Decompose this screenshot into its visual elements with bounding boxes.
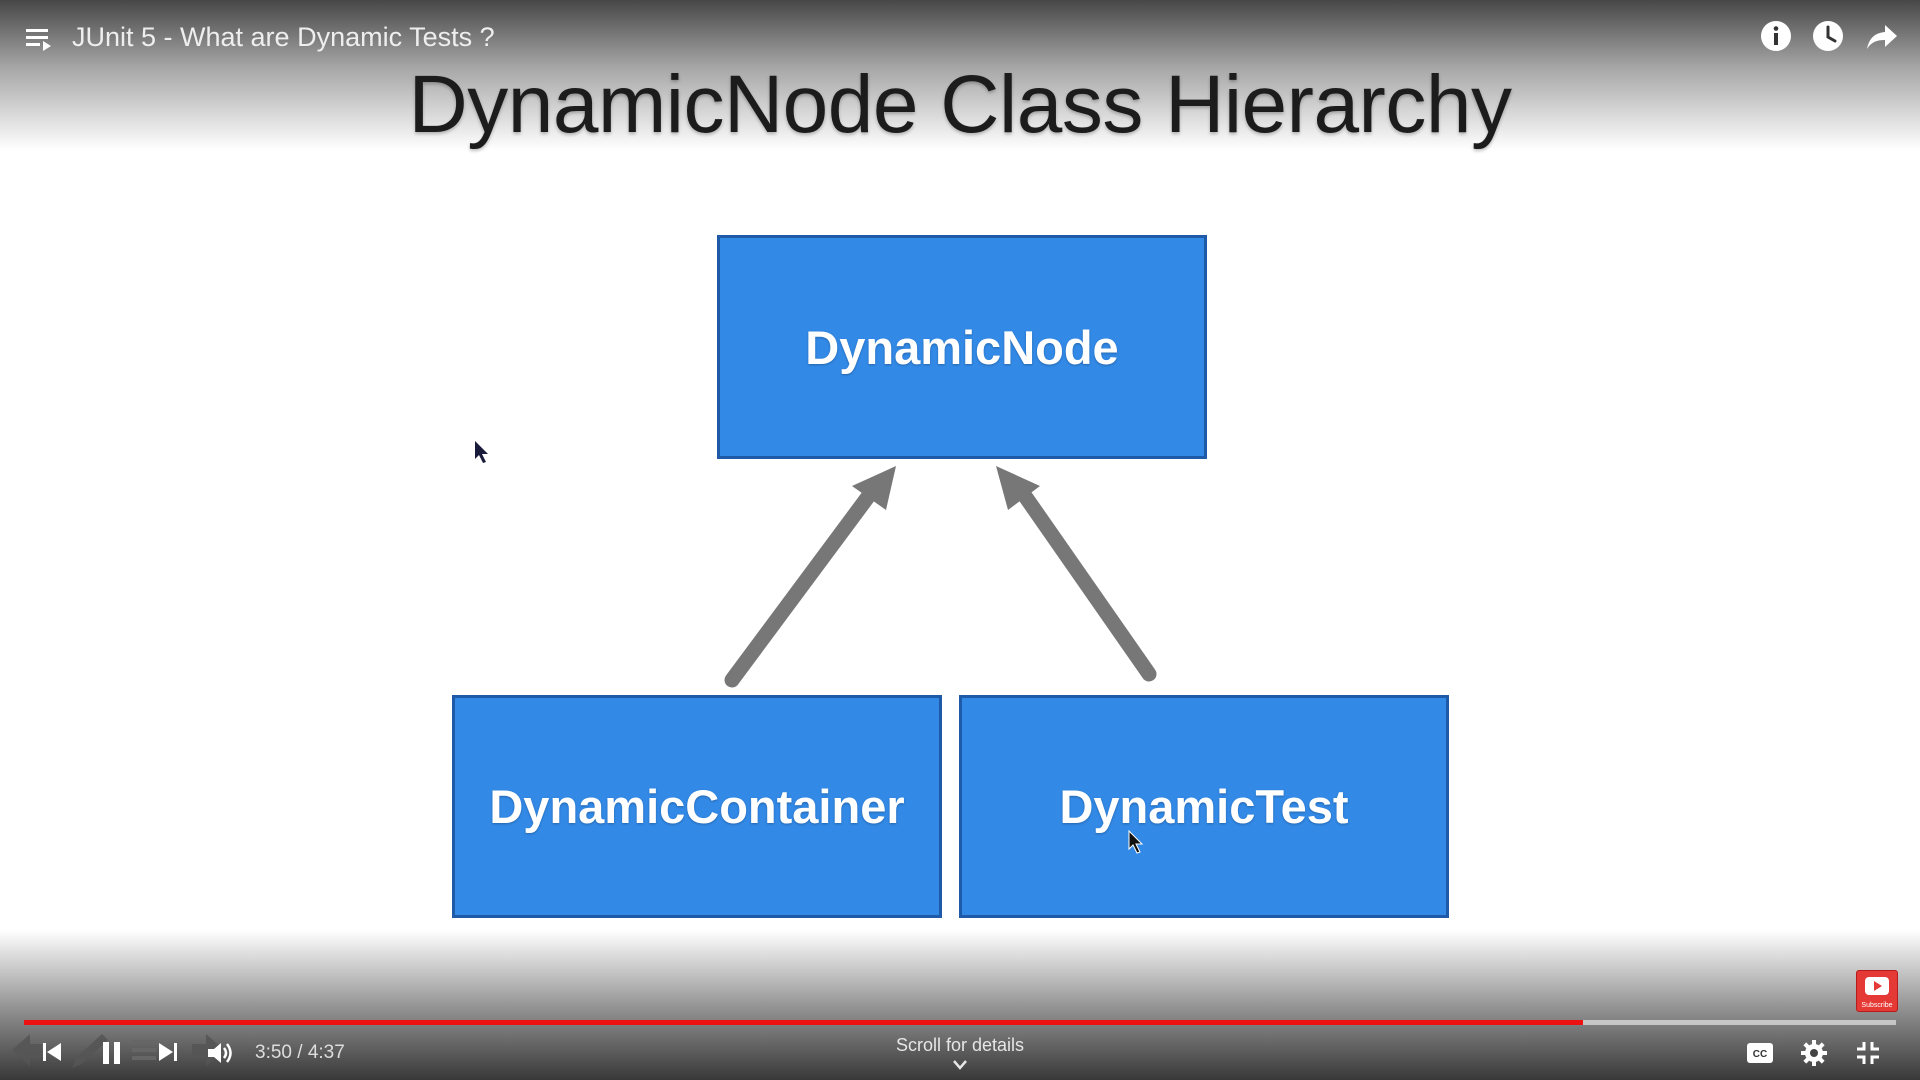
- progress-bar[interactable]: [24, 1020, 1896, 1025]
- skip-next-icon[interactable]: [156, 1040, 180, 1064]
- exit-fullscreen-icon[interactable]: [1855, 1040, 1881, 1066]
- arrow-left: [724, 466, 896, 688]
- inheritance-arrows: [724, 466, 1157, 688]
- node-label: DynamicTest: [1059, 780, 1349, 833]
- settings-icon[interactable]: [1800, 1039, 1828, 1067]
- scroll-for-details[interactable]: Scroll for details: [860, 1034, 1060, 1056]
- captions-icon[interactable]: CC: [1746, 1042, 1774, 1064]
- subscribe-label: Subscribe: [1861, 1002, 1893, 1009]
- mouse-cursor-icon: [1128, 830, 1144, 854]
- node-label: DynamicNode: [805, 320, 1119, 374]
- skip-previous-icon[interactable]: [40, 1040, 64, 1064]
- mouse-cursor-icon: [475, 441, 488, 463]
- slide-title: DynamicNode Class Hierarchy: [408, 59, 1512, 150]
- volume-icon[interactable]: [206, 1040, 234, 1066]
- watch-later-icon[interactable]: [1810, 18, 1846, 54]
- video-title[interactable]: JUnit 5 - What are Dynamic Tests ?: [72, 20, 495, 54]
- svg-text:CC: CC: [1753, 1049, 1767, 1060]
- node-dynamicnode: DynamicNode: [717, 235, 1207, 459]
- node-dynamictest: DynamicTest: [959, 695, 1449, 918]
- arrow-right: [996, 466, 1157, 682]
- time-display: 3:50 / 4:37: [255, 1042, 345, 1063]
- node-label: DynamicContainer: [489, 780, 905, 833]
- progress-played: [24, 1020, 1584, 1025]
- chevron-down-icon[interactable]: [950, 1058, 970, 1072]
- share-icon[interactable]: [1864, 18, 1900, 54]
- pause-icon[interactable]: [100, 1040, 124, 1066]
- node-dynamiccontainer: DynamicContainer: [452, 695, 942, 918]
- youtube-logo-icon: [1865, 977, 1889, 995]
- subscribe-button[interactable]: Subscribe: [1856, 970, 1898, 1012]
- back-icon[interactable]: [10, 1030, 44, 1070]
- info-icon[interactable]: [1758, 18, 1794, 54]
- playlist-icon[interactable]: [26, 26, 54, 52]
